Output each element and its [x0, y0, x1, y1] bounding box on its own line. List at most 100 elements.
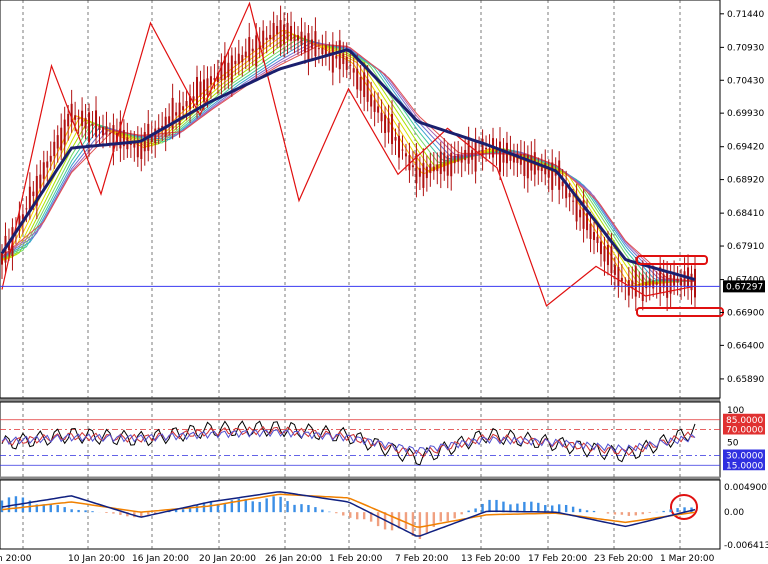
macd-histogram-bar [502, 501, 505, 513]
candle-body [244, 51, 247, 58]
macd-histogram-bar [564, 504, 568, 513]
price-tick-label: 0.66400 [727, 341, 764, 351]
candle-body [544, 163, 547, 175]
macd-histogram-bar [620, 512, 624, 515]
trading-chart: 85.000070.000030.000015.000010050 0.0049… [0, 0, 768, 564]
candle-body [645, 281, 648, 289]
macd-histogram-bar [251, 501, 254, 513]
slow-ma-line [0, 48, 696, 282]
candle-body [586, 213, 589, 231]
candle-body [255, 35, 258, 67]
macd-histogram-bar [530, 501, 533, 513]
macd-panel[interactable]: 0.0049007 0.00 -0.006413 [0, 483, 768, 551]
price-tick-label: 0.68920 [727, 176, 764, 186]
candle-body [140, 140, 143, 159]
candle-body [345, 56, 348, 70]
candle-body [342, 53, 345, 64]
candle-body [32, 191, 35, 197]
time-label: 10 Jan 20:00 [68, 554, 125, 564]
candle-body [234, 60, 237, 65]
candle-body [471, 150, 474, 160]
candle-body [101, 127, 104, 136]
candle-body [694, 268, 696, 298]
panel-frame [0, 479, 721, 550]
oscillator-tick-label: 100 [727, 406, 744, 416]
candle-body [450, 152, 453, 177]
candle-body [391, 113, 394, 145]
candle-body [593, 232, 596, 241]
macd-histogram-bar [70, 509, 73, 513]
candle-body [474, 140, 477, 172]
ma-ribbon [1, 29, 696, 287]
candle-body [418, 168, 421, 177]
candle-body [387, 118, 390, 133]
macd-histogram-bar [356, 512, 359, 520]
macd-histogram-bar [293, 504, 296, 513]
macd-histogram-bar [21, 497, 25, 513]
price-panel[interactable] [0, 1, 724, 317]
candle-body [397, 135, 400, 158]
oscillator-level-label: 15.0000 [726, 461, 763, 471]
candle-body [384, 114, 387, 133]
macd-histogram-bar [627, 512, 631, 516]
macd-histogram-bar [49, 503, 52, 513]
macd-histogram-bar [105, 512, 108, 514]
macd-histogram-bar [669, 509, 672, 513]
macd-histogram-bar [342, 512, 345, 516]
candle-body [56, 135, 59, 149]
candle-body [185, 100, 188, 107]
candle-body [380, 112, 383, 122]
macd-histogram-bar [56, 505, 59, 513]
candle-body [283, 24, 286, 45]
time-label: 7 Feb 20:00 [395, 554, 449, 564]
macd-histogram-bar [578, 508, 582, 513]
candle-body [202, 79, 205, 102]
candle-body [603, 246, 606, 262]
candle-body [540, 167, 543, 171]
candle-body [241, 54, 244, 63]
macd-histogram-bar [453, 512, 456, 519]
panel-frame [0, 401, 721, 478]
candle-body [641, 274, 644, 302]
macd-histogram-bar [446, 512, 449, 522]
macd-histogram-bar [244, 499, 247, 513]
macd-histogram-bar [181, 509, 185, 513]
candle-body [596, 236, 599, 243]
candle-body [290, 25, 293, 41]
candle-body [81, 110, 84, 126]
candle-body [666, 272, 669, 298]
macd-histogram-bar [544, 505, 547, 513]
candle-body [74, 115, 77, 120]
candle-body [352, 68, 355, 73]
macd-histogram-bar [495, 499, 498, 513]
oscillator-level-label: 70.0000 [726, 426, 763, 436]
candle-body [572, 200, 575, 202]
candle-body [88, 112, 91, 143]
macd-histogram-bar [112, 512, 115, 514]
macd-histogram-bar [481, 503, 484, 513]
candle-body [67, 113, 70, 127]
ma-ribbon-line [1, 36, 696, 283]
price-tick-label: 0.69420 [727, 143, 764, 153]
candle-body [460, 154, 463, 163]
oscillator-panel[interactable]: 85.000070.000030.000015.000010050 [0, 406, 765, 471]
candle-body [331, 44, 334, 73]
macd-histogram-bar [634, 512, 637, 516]
candle-body [168, 116, 171, 124]
ma-ribbon-line [1, 41, 696, 282]
candle-body [655, 282, 658, 285]
macd-histogram-bar [537, 502, 540, 513]
candle-body [60, 127, 63, 151]
candle-body [77, 117, 80, 120]
macd-histogram-bar [119, 512, 122, 515]
candle-body [272, 22, 275, 41]
price-tick-label: 0.65890 [727, 375, 764, 385]
macd-histogram-bar [376, 512, 380, 527]
macd-histogram-bar [676, 508, 679, 513]
candle-body [411, 165, 414, 168]
candle-body [439, 151, 442, 174]
macd-histogram-bar [404, 512, 408, 530]
candle-body [310, 39, 313, 49]
candle-body [335, 55, 338, 59]
price-tick-label: 0.66900 [727, 308, 764, 318]
